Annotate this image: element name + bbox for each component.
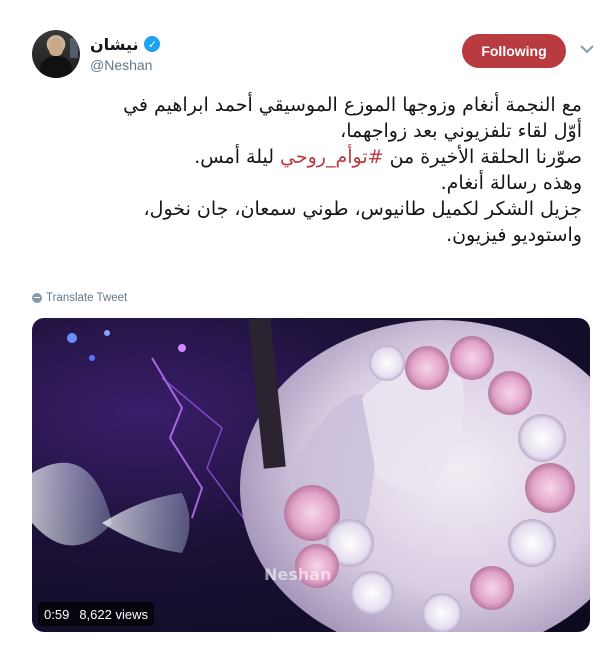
avatar-head: [49, 38, 63, 56]
tweet-header: نيشان ✓ @Neshan Following: [32, 30, 594, 80]
tweet-text-line: وهذه رسالة أنغام.: [32, 170, 582, 196]
tweet-text-line: أوّل لقاء تلفزيوني بعد زواجهما،: [32, 118, 582, 144]
display-name[interactable]: نيشان: [90, 35, 138, 54]
avatar[interactable]: [32, 30, 80, 78]
hashtag-link[interactable]: #توأم_روحي: [280, 146, 384, 168]
tweet-text-line: مع النجمة أنغام وزوجها الموزع الموسيقي أ…: [32, 92, 582, 118]
tweet-text-segment: ليلة أمس.: [194, 146, 281, 168]
tweet-text-segment: أوّل لقاء تلفزيوني بعد زواجهما،: [340, 120, 582, 142]
video-stats: 0:59 8,622 views: [38, 602, 154, 626]
translate-label[interactable]: Translate Tweet: [46, 292, 127, 304]
video-watermark: Neshan: [264, 565, 331, 584]
video-player[interactable]: Neshan 0:59 8,622 views: [32, 318, 590, 632]
tweet-text-segment: جزيل الشكر لكميل طانيوس، طوني سمعان، جان…: [143, 198, 582, 220]
following-button[interactable]: Following: [462, 34, 566, 68]
tweet-text: مع النجمة أنغام وزوجها الموزع الموسيقي أ…: [32, 92, 582, 248]
tweet-text-segment: مع النجمة أنغام وزوجها الموزع الموسيقي أ…: [123, 94, 582, 116]
username-handle[interactable]: @Neshan: [90, 57, 160, 73]
tweet-text-line: واستوديو فيزيون.: [32, 222, 582, 248]
tweet-text-segment: وهذه رسالة أنغام.: [440, 172, 582, 194]
avatar-background-sign: [70, 38, 78, 58]
tweet-text-line: صوّرنا الحلقة الأخيرة من #توأم_روحي ليلة…: [32, 144, 582, 170]
avatar-suit: [40, 56, 72, 78]
video-views: 8,622 views: [79, 606, 148, 622]
tweet-text-line: جزيل الشكر لكميل طانيوس، طوني سمعان، جان…: [32, 196, 582, 222]
video-frame: Neshan: [32, 318, 590, 632]
chevron-down-icon[interactable]: [580, 42, 594, 56]
tweet-text-segment: صوّرنا الحلقة الأخيرة من: [383, 146, 582, 168]
verified-badge-icon: ✓: [144, 36, 161, 52]
tweet-text-segment: واستوديو فيزيون.: [446, 224, 582, 246]
video-duration: 0:59: [44, 606, 70, 622]
author-names[interactable]: نيشان ✓ @Neshan: [90, 33, 161, 73]
translate-tweet-link[interactable]: Translate Tweet: [32, 291, 127, 305]
globe-icon: [32, 293, 42, 303]
